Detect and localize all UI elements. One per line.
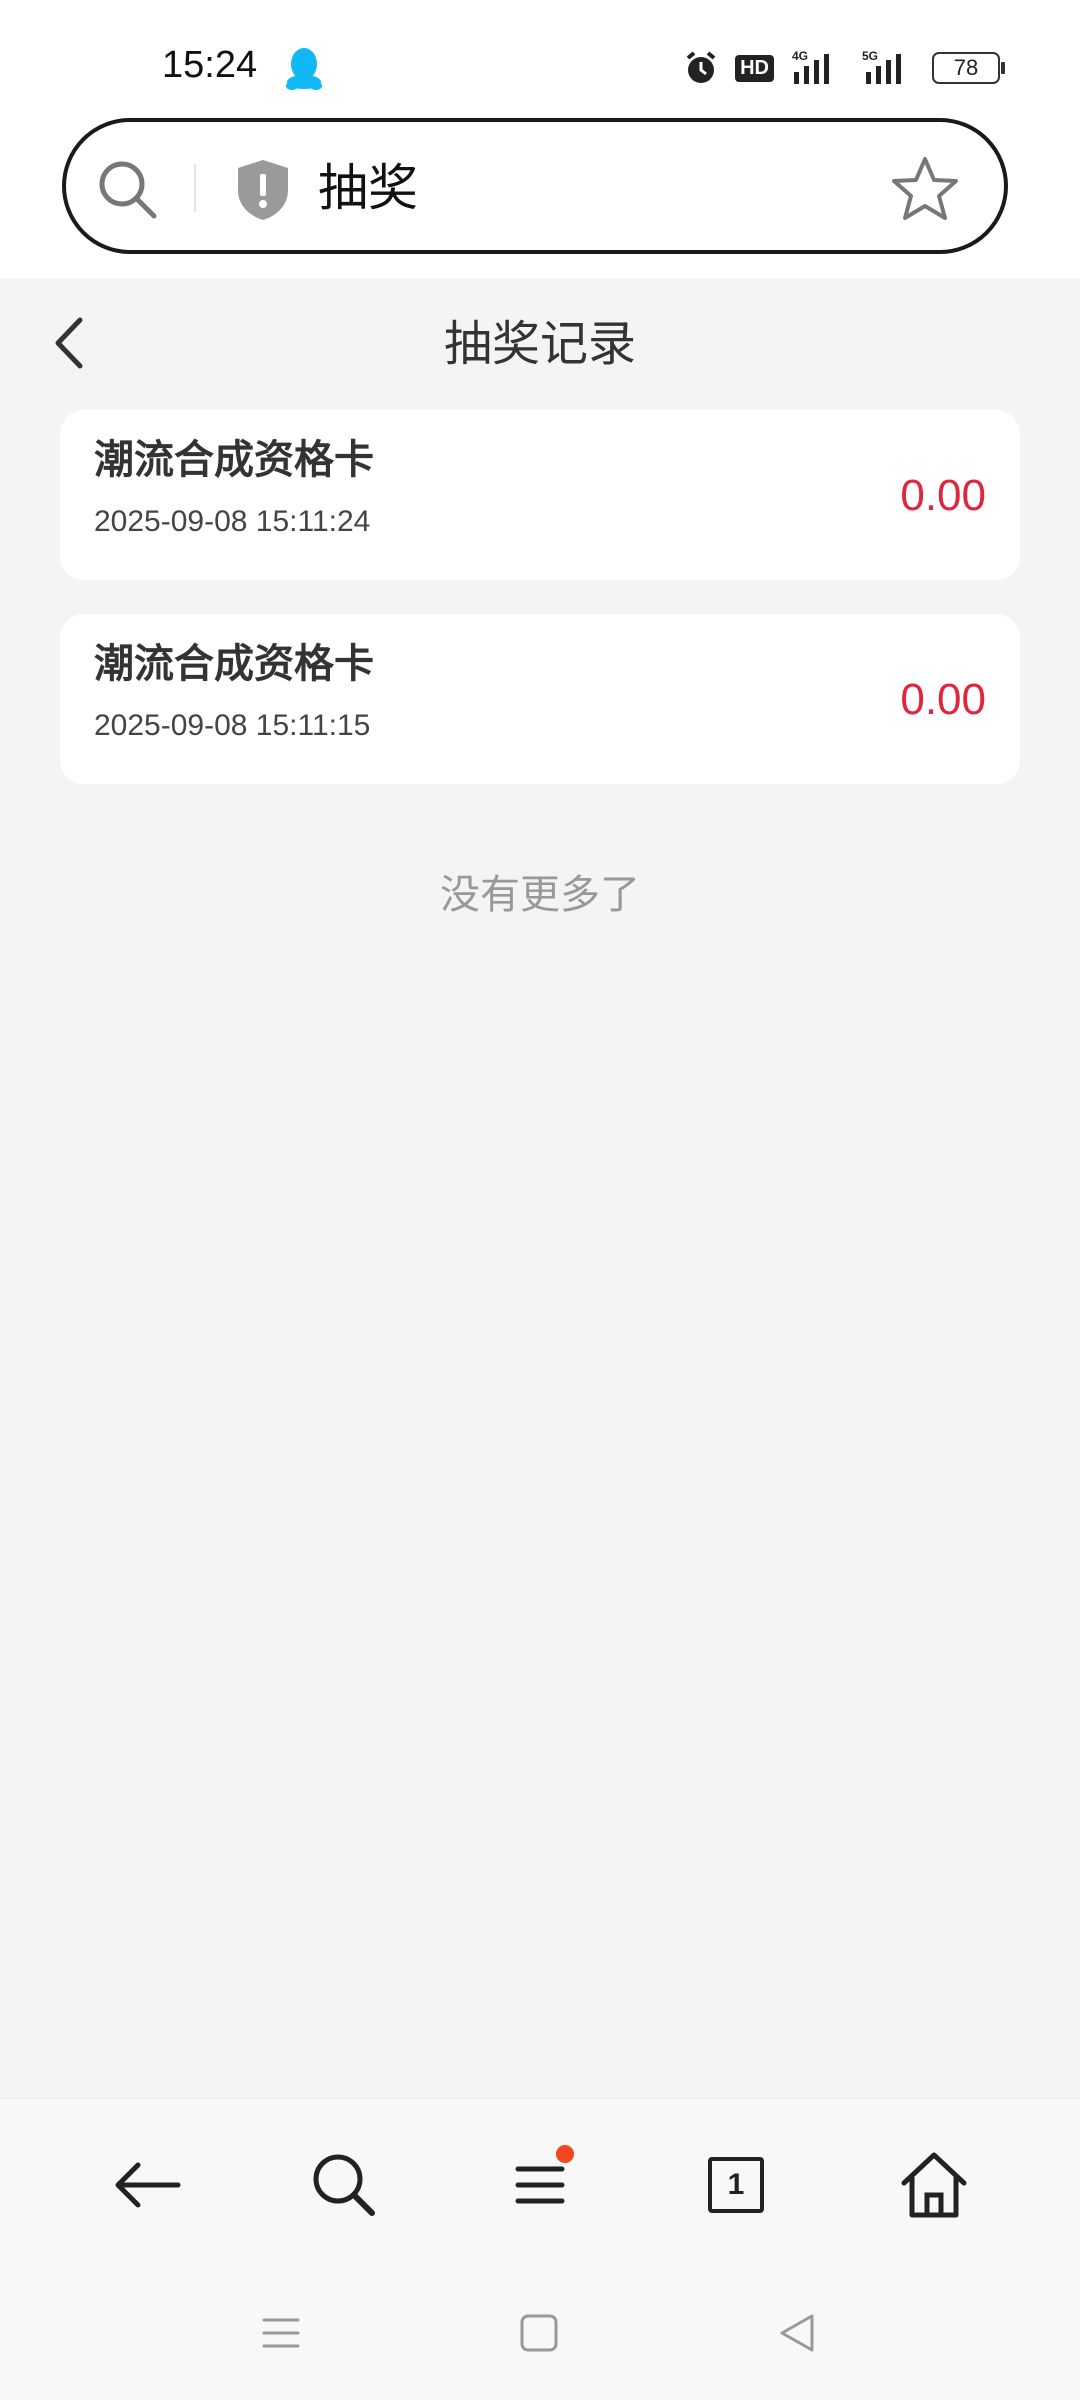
address-bar[interactable]: 抽奖	[62, 118, 1008, 254]
system-back-icon[interactable]	[772, 2308, 822, 2358]
record-name: 潮流合成资格卡	[94, 641, 374, 687]
address-bar-container: 抽奖	[0, 118, 1080, 278]
list-item[interactable]: 潮流合成资格卡 2025-09-08 15:11:15 0.00	[60, 614, 1020, 784]
notification-dot	[556, 2145, 574, 2163]
system-home-icon[interactable]	[514, 2308, 564, 2358]
signal-icon-5g: 5G	[862, 49, 901, 84]
address-text[interactable]: 抽奖	[318, 156, 418, 220]
status-icons: HD 4G 5G 78	[683, 48, 1005, 88]
menu-button[interactable]	[500, 2145, 580, 2225]
no-more-text: 没有更多了	[440, 872, 640, 918]
status-bar: 15:24 HD 4G 5G 78	[0, 0, 1080, 118]
signal-icon-4g: 4G	[792, 49, 829, 84]
qq-icon	[286, 48, 322, 90]
shield-icon[interactable]	[234, 158, 292, 222]
battery-icon: 78	[932, 52, 1005, 84]
tabs-button[interactable]: 1	[696, 2145, 776, 2225]
alarm-icon	[686, 51, 716, 83]
status-time: 15:24	[162, 44, 258, 86]
home-icon[interactable]	[894, 2145, 974, 2225]
address-divider	[194, 164, 196, 212]
hd-icon: HD	[735, 54, 774, 82]
page-header: 抽奖记录	[0, 278, 1080, 408]
record-value: 0.00	[900, 675, 986, 724]
record-time: 2025-09-08 15:11:24	[94, 505, 371, 538]
svg-text:4G: 4G	[792, 49, 808, 63]
system-nav-bar	[0, 2268, 1080, 2400]
search-icon[interactable]	[96, 158, 160, 222]
back-arrow-icon[interactable]	[108, 2145, 188, 2225]
svg-text:5G: 5G	[862, 49, 878, 63]
tabs-icon: 1	[708, 2157, 764, 2213]
recent-apps-icon[interactable]	[256, 2308, 306, 2358]
record-time: 2025-09-08 15:11:15	[94, 709, 371, 742]
list-item[interactable]: 潮流合成资格卡 2025-09-08 15:11:24 0.00	[60, 410, 1020, 580]
record-name: 潮流合成资格卡	[94, 437, 374, 483]
star-icon[interactable]	[890, 154, 960, 224]
record-value: 0.00	[900, 471, 986, 520]
bottom-toolbar: 1	[0, 2098, 1080, 2269]
page-title: 抽奖记录	[443, 316, 636, 372]
search-icon[interactable]	[304, 2145, 384, 2225]
